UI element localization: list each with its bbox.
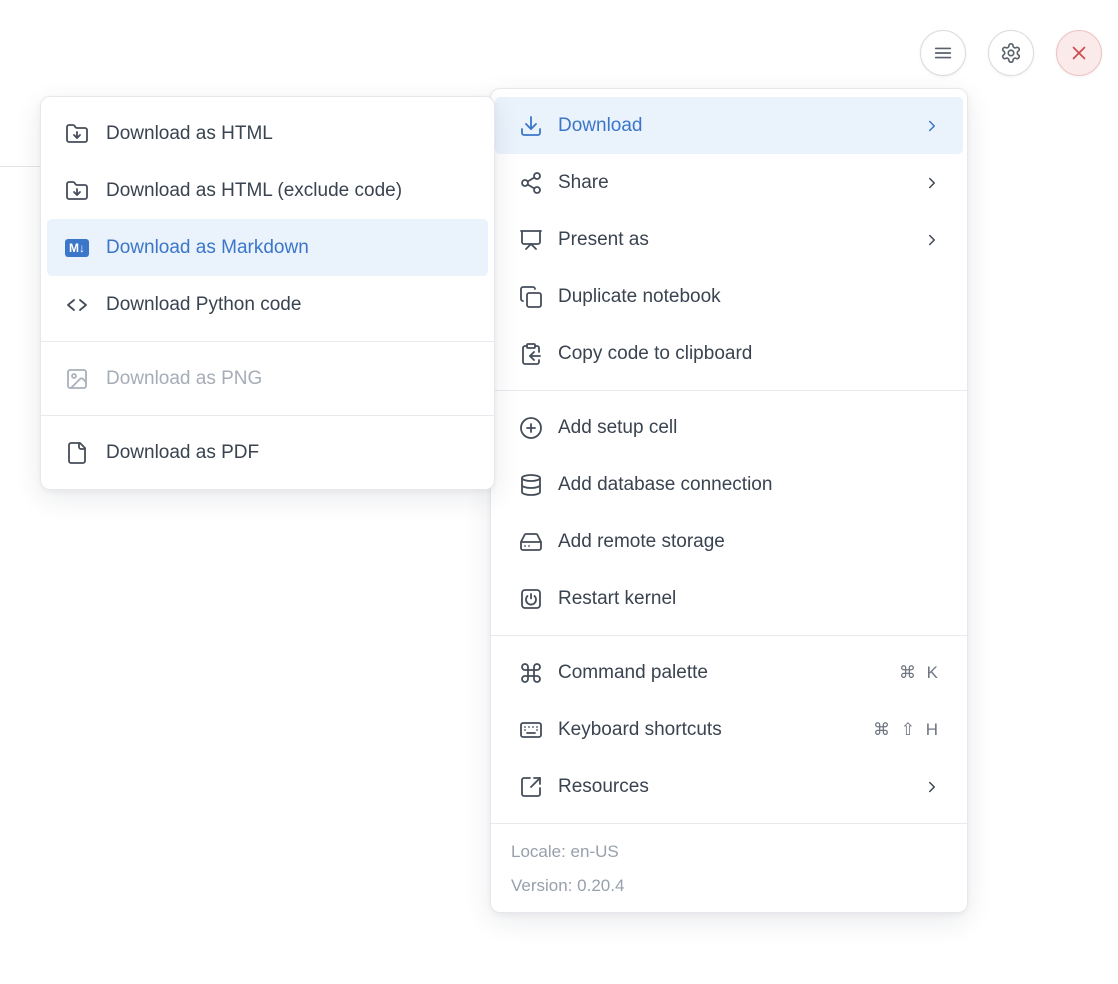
menu-item-present-as[interactable]: Present as [491, 211, 967, 268]
menu-item-label: Restart kernel [558, 588, 941, 610]
locale-text: Locale: en-US [511, 842, 947, 862]
menu-item-download-python-code[interactable]: Download Python code [41, 276, 494, 333]
menu-item-label: Add database connection [558, 474, 941, 496]
menu-divider [41, 415, 494, 416]
share-icon [519, 171, 543, 195]
code-icon [65, 293, 89, 317]
external-link-icon [519, 775, 543, 799]
gear-icon [1000, 42, 1022, 64]
menu-item-label: Share [558, 172, 908, 194]
menu-item-label: Resources [558, 776, 908, 798]
menu-item-restart-kernel[interactable]: Restart kernel [491, 570, 967, 627]
menu-item-download[interactable]: Download [495, 97, 963, 154]
shortcut-hint: ⌘ ⇧ H [873, 720, 941, 740]
menu-divider [491, 635, 967, 636]
page-edge-divider [0, 166, 40, 167]
menu-item-label: Add remote storage [558, 531, 941, 553]
menu-item-label: Duplicate notebook [558, 286, 941, 308]
folder-download-icon [65, 179, 89, 203]
menu-item-label: Present as [558, 229, 908, 251]
menu-footer: Locale: en-US Version: 0.20.4 [491, 832, 967, 904]
shortcut-hint: ⌘ K [899, 663, 941, 683]
menu-item-add-setup-cell[interactable]: Add setup cell [491, 399, 967, 456]
menu-item-download-as-html[interactable]: Download as HTML [41, 105, 494, 162]
power-icon [519, 587, 543, 611]
menu-item-label: Add setup cell [558, 417, 941, 439]
hamburger-icon [932, 42, 954, 64]
menu-item-label: Download as HTML [106, 123, 474, 145]
menu-item-add-database-connection[interactable]: Add database connection [491, 456, 967, 513]
close-button[interactable] [1056, 30, 1102, 76]
keyboard-icon [519, 718, 543, 742]
menu-item-share[interactable]: Share [491, 154, 967, 211]
menu-item-label: Keyboard shortcuts [558, 719, 858, 741]
menu-button[interactable] [920, 30, 966, 76]
menu-item-download-as-html-exclude-code[interactable]: Download as HTML (exclude code) [41, 162, 494, 219]
menu-item-label: Download as PNG [106, 368, 474, 390]
command-icon [519, 661, 543, 685]
menu-item-label: Command palette [558, 662, 884, 684]
notebook-toolbar [920, 30, 1102, 76]
menu-item-command-palette[interactable]: Command palette ⌘ K [491, 644, 967, 701]
menu-item-label: Download Python code [106, 294, 474, 316]
hard-drive-icon [519, 530, 543, 554]
menu-item-label: Copy code to clipboard [558, 343, 941, 365]
circle-plus-icon [519, 416, 543, 440]
markdown-icon: M↓ [65, 236, 89, 260]
menu-item-label: Download [558, 115, 908, 137]
menu-item-label: Download as PDF [106, 442, 474, 464]
duplicate-icon [519, 285, 543, 309]
notebook-actions-menu: Download Share Present as Duplicate note… [490, 88, 968, 913]
database-icon [519, 473, 543, 497]
chevron-right-icon [923, 231, 941, 249]
menu-item-copy-code-to-clipboard[interactable]: Copy code to clipboard [491, 325, 967, 382]
file-icon [65, 441, 89, 465]
menu-item-resources[interactable]: Resources [491, 758, 967, 815]
chevron-right-icon [923, 778, 941, 796]
settings-button[interactable] [988, 30, 1034, 76]
download-submenu: Download as HTML Download as HTML (exclu… [40, 96, 495, 490]
presentation-icon [519, 228, 543, 252]
menu-divider [41, 341, 494, 342]
menu-item-keyboard-shortcuts[interactable]: Keyboard shortcuts ⌘ ⇧ H [491, 701, 967, 758]
menu-divider [491, 823, 967, 824]
close-icon [1068, 42, 1090, 64]
menu-item-download-as-pdf[interactable]: Download as PDF [41, 424, 494, 481]
menu-item-add-remote-storage[interactable]: Add remote storage [491, 513, 967, 570]
chevron-right-icon [923, 174, 941, 192]
menu-item-download-as-markdown[interactable]: M↓ Download as Markdown [47, 219, 488, 276]
menu-item-download-as-png: Download as PNG [41, 350, 494, 407]
image-icon [65, 367, 89, 391]
menu-item-duplicate-notebook[interactable]: Duplicate notebook [491, 268, 967, 325]
clipboard-copy-icon [519, 342, 543, 366]
version-text: Version: 0.20.4 [511, 876, 947, 896]
folder-download-icon [65, 122, 89, 146]
menu-item-label: Download as HTML (exclude code) [106, 180, 474, 202]
menu-item-label: Download as Markdown [106, 237, 474, 259]
download-icon [519, 114, 543, 138]
chevron-right-icon [923, 117, 941, 135]
menu-divider [491, 390, 967, 391]
